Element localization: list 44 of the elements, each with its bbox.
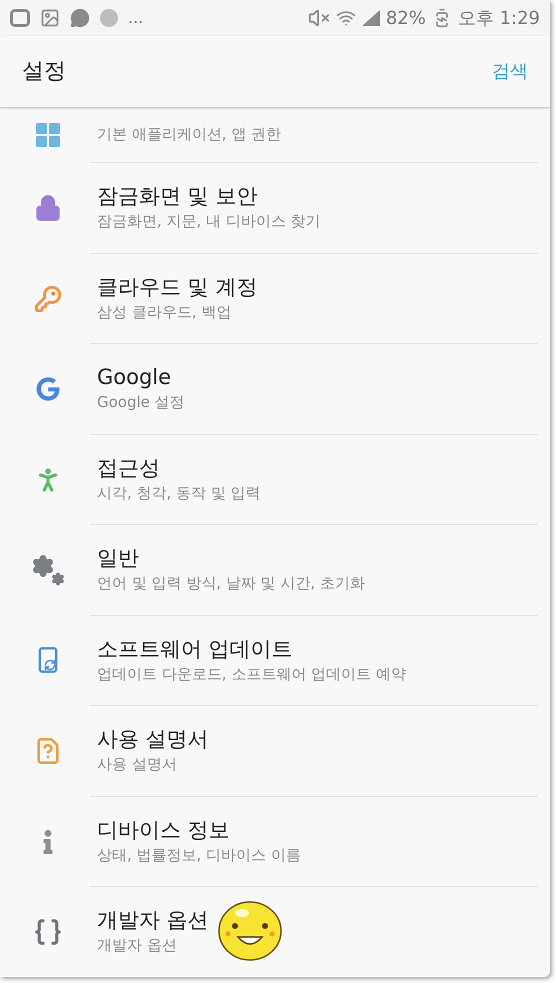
battery-percent: 82% xyxy=(386,6,426,30)
settings-item[interactable]: 소프트웨어 업데이트 업데이트 다운로드, 소프트웨어 업데이트 예약 xyxy=(0,616,550,706)
settings-item[interactable]: 클라우드 및 계정 삼성 클라우드, 백업 xyxy=(0,254,550,344)
item-subtitle: 언어 및 입력 방식, 날짜 및 시간, 초기화 xyxy=(97,573,366,594)
item-title: Google xyxy=(97,364,172,392)
lock-icon xyxy=(34,194,62,222)
item-subtitle: 삼성 클라우드, 백업 xyxy=(97,302,232,323)
item-subtitle: 업데이트 다운로드, 소프트웨어 업데이트 예약 xyxy=(97,664,407,685)
settings-item[interactable]: Google Google 설정 xyxy=(0,344,550,434)
item-subtitle: Google 설정 xyxy=(97,392,186,414)
settings-item[interactable]: 일반 언어 및 입력 방식, 날짜 및 시간, 초기화 xyxy=(0,525,550,616)
chat-icon xyxy=(70,8,90,28)
item-subtitle: 사용 설명서 xyxy=(97,754,178,776)
item-subtitle: 시각, 청각, 동작 및 입력 xyxy=(97,482,262,504)
gears-icon xyxy=(30,554,64,586)
clock: 오후 1:29 xyxy=(458,6,540,30)
google-icon xyxy=(36,377,60,402)
braces-icon xyxy=(32,917,62,948)
item-title: 접근성 xyxy=(97,454,161,482)
settings-item[interactable]: 사용 설명서 사용 설명서 xyxy=(0,706,550,796)
item-title: 소프트웨어 업데이트 xyxy=(97,636,294,663)
item-title: 사용 설명서 xyxy=(97,726,210,754)
item-title: 클라우드 및 계정 xyxy=(97,274,258,301)
grid-icon xyxy=(34,122,60,148)
smiley-sticker xyxy=(218,901,282,961)
item-subtitle: 기본 애플리케이션, 앱 권한 xyxy=(97,124,282,145)
app-icon xyxy=(10,9,30,27)
item-subtitle: 상태, 법률정보, 디바이스 이름 xyxy=(97,844,302,866)
settings-item[interactable]: 디바이스 정보 상태, 법률정보, 디바이스 이름 xyxy=(0,796,550,887)
settings-item[interactable]: 개발자 옵션 개발자 옵션 xyxy=(0,887,550,977)
item-title: 일반 xyxy=(97,545,140,572)
settings-item[interactable]: 접근성 시각, 청각, 동작 및 입력 xyxy=(0,434,550,525)
mute-icon xyxy=(308,7,330,29)
key-icon xyxy=(34,284,62,313)
item-title: 디바이스 정보 xyxy=(97,816,231,844)
item-title: 개발자 옵션 xyxy=(97,907,210,934)
settings-item[interactable]: 잠금화면 및 보안 잠금화면, 지문, 내 디바이스 찾기 xyxy=(0,163,550,254)
item-title: 잠금화면 및 보안 xyxy=(97,183,258,210)
page-title: 설정 xyxy=(22,58,66,86)
gallery-icon xyxy=(40,8,60,28)
overflow-indicator: ... xyxy=(128,7,144,29)
item-subtitle: 개발자 옵션 xyxy=(97,935,178,956)
item-subtitle: 잠금화면, 지문, 내 디바이스 찾기 xyxy=(97,211,322,232)
signal-icon xyxy=(362,10,380,26)
